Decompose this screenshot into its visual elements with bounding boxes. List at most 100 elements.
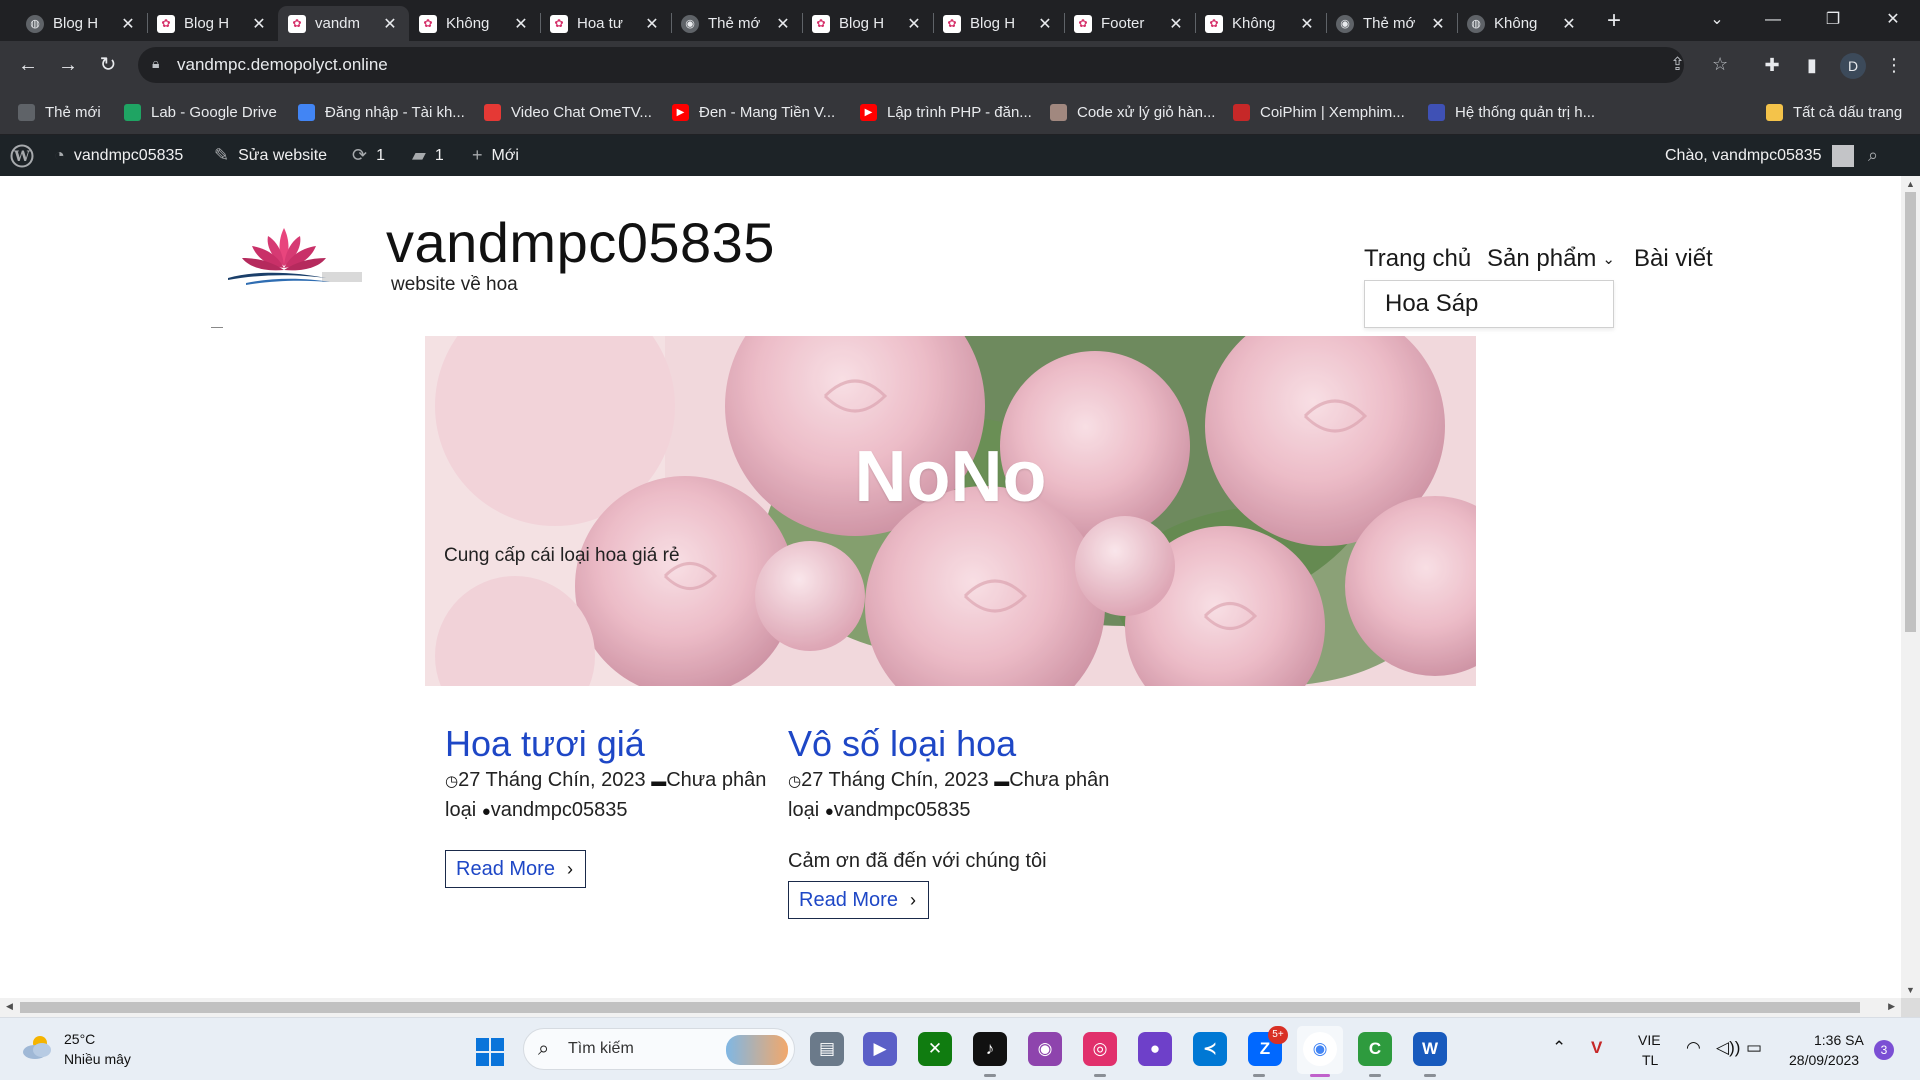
url-text[interactable]: vandmpc.demopolyct.online <box>177 55 388 75</box>
wp-search-icon[interactable]: ⌕ <box>1868 135 1878 176</box>
scrollbar-thumb[interactable] <box>20 1002 1860 1013</box>
browser-tab[interactable]: ◍ Không ✕ <box>1457 6 1588 41</box>
close-tab-icon[interactable]: ✕ <box>1167 14 1185 34</box>
scroll-right-icon[interactable]: ▶ <box>1888 1001 1895 1012</box>
bookmark-item[interactable]: Thẻ mới <box>18 101 101 123</box>
xbox-icon[interactable]: ✕ <box>918 1032 952 1066</box>
browser-tab[interactable]: ◉ Thẻ mớ ✕ <box>671 6 802 41</box>
close-tab-icon[interactable]: ✕ <box>119 14 137 34</box>
taskbar-search[interactable]: ⌕ Tìm kiếm <box>523 1028 795 1070</box>
chrome-menu-icon[interactable]: ⋮ <box>1880 51 1908 79</box>
bookmark-star-icon[interactable]: ☆ <box>1712 54 1728 75</box>
close-tab-icon[interactable]: ✕ <box>1298 14 1316 34</box>
chevron-up-icon[interactable]: ⌃ <box>1552 1038 1566 1058</box>
lock-icon[interactable]: 🔒︎ <box>152 55 159 72</box>
close-tab-icon[interactable]: ✕ <box>1560 14 1578 34</box>
wordpress-logo-icon[interactable]: W <box>10 135 34 176</box>
bookmark-item[interactable]: Hệ thống quản trị h... <box>1428 101 1595 123</box>
share-icon[interactable]: ⇪ <box>1670 54 1685 75</box>
close-tab-icon[interactable]: ✕ <box>774 14 792 34</box>
browser-tab[interactable]: ◉ Thẻ mớ ✕ <box>1326 6 1457 41</box>
input-method[interactable]: TL <box>1642 1052 1658 1068</box>
bookmark-item[interactable]: ▶ Lập trình PHP - đăn... <box>860 101 1032 123</box>
post-date[interactable]: 27 Tháng Chín, 2023 <box>801 769 989 791</box>
windows-start-icon[interactable] <box>476 1038 504 1066</box>
horizontal-scrollbar[interactable]: ◀ ▶ <box>0 998 1901 1017</box>
close-window-icon[interactable]: ✕ <box>1870 4 1916 36</box>
file-explorer-icon[interactable]: ▤ <box>810 1032 844 1066</box>
side-panel-icon[interactable]: ▮ <box>1798 51 1826 79</box>
bookmark-item[interactable]: Code xử lý giỏ hàn... <box>1050 101 1215 123</box>
antivirus-icon[interactable]: V <box>1591 1038 1602 1058</box>
browser-tab[interactable]: ✿ Hoa tư ✕ <box>540 6 671 41</box>
close-tab-icon[interactable]: ✕ <box>905 14 923 34</box>
clock-date[interactable]: 28/09/2023 <box>1789 1052 1859 1068</box>
read-more-button[interactable]: Read More › <box>788 881 929 919</box>
browser-tab[interactable]: ◍ Blog H ✕ <box>16 6 147 41</box>
close-tab-icon[interactable]: ✕ <box>381 14 399 34</box>
vertical-scrollbar[interactable]: ▲ ▼ <box>1901 176 1920 998</box>
post-title[interactable]: Hoa tươi giá <box>445 722 775 766</box>
bookmark-item[interactable]: Đăng nhập - Tài kh... <box>298 101 465 123</box>
wp-updates[interactable]: ⟳ 1 <box>352 135 385 176</box>
weather-temperature[interactable]: 25°C <box>64 1031 95 1047</box>
zalo-icon[interactable]: Z 5+ <box>1248 1026 1288 1066</box>
forward-icon[interactable]: → <box>52 49 84 81</box>
wp-new[interactable]: + Mới <box>472 135 519 176</box>
volume-icon[interactable]: ◁)) <box>1716 1038 1740 1058</box>
site-title[interactable]: vandmpc05835 <box>386 210 775 275</box>
weather-description[interactable]: Nhiều mây <box>64 1051 131 1067</box>
scrollbar-thumb[interactable] <box>1905 192 1916 632</box>
language-code[interactable]: VIE <box>1638 1032 1661 1048</box>
submenu-item-hoa-sap[interactable]: Hoa Sáp <box>1385 290 1478 318</box>
scroll-up-icon[interactable]: ▲ <box>1901 179 1920 189</box>
post-author[interactable]: vandmpc05835 <box>491 799 628 821</box>
notification-count[interactable]: 3 <box>1874 1040 1894 1060</box>
close-tab-icon[interactable]: ✕ <box>250 14 268 34</box>
wp-edit-site[interactable]: ✎ Sửa website <box>214 135 327 176</box>
meet-icon[interactable]: ▶ <box>863 1032 897 1066</box>
scroll-left-icon[interactable]: ◀ <box>6 1001 13 1012</box>
chrome-icon[interactable]: ◉ <box>1303 1032 1337 1066</box>
site-logo[interactable] <box>226 222 362 288</box>
vscode-icon[interactable]: ≺ <box>1193 1032 1227 1066</box>
minimize-icon[interactable]: — <box>1750 4 1796 36</box>
close-tab-icon[interactable]: ✕ <box>512 14 530 34</box>
scroll-down-icon[interactable]: ▼ <box>1901 985 1920 995</box>
post-author[interactable]: vandmpc05835 <box>834 799 971 821</box>
browser-tab[interactable]: ✿ Không ✕ <box>409 6 540 41</box>
ccleaner-icon[interactable]: C <box>1358 1032 1392 1066</box>
new-tab-button[interactable]: + <box>1599 7 1629 37</box>
podcasts-icon[interactable]: ◉ <box>1028 1032 1062 1066</box>
browser-tab[interactable]: ✿ Blog H ✕ <box>147 6 278 41</box>
browser-tab[interactable]: ✿ Blog H ✕ <box>802 6 933 41</box>
bookmark-item[interactable]: CoiPhim | Xemphim... <box>1233 101 1405 123</box>
browser-tab[interactable]: ✿ vandm ✕ <box>278 6 409 41</box>
bookmark-item[interactable]: ▶ Đen - Mang Tiền V... <box>672 101 835 123</box>
extensions-icon[interactable]: ✚ <box>1758 51 1786 79</box>
post-date[interactable]: 27 Tháng Chín, 2023 <box>458 769 646 791</box>
close-tab-icon[interactable]: ✕ <box>643 14 661 34</box>
address-bar[interactable]: 🔒︎ vandmpc.demopolyct.online ⇪ ☆ <box>138 47 1728 83</box>
wp-site-menu[interactable]: ◔ vandmpc05835 <box>54 135 183 176</box>
wifi-icon[interactable]: ◠ <box>1686 1038 1701 1058</box>
cloudy-weather-icon[interactable] <box>20 1032 54 1062</box>
github-icon[interactable]: ● <box>1138 1032 1172 1066</box>
close-tab-icon[interactable]: ✕ <box>1429 14 1447 34</box>
post-title[interactable]: Vô số loại hoa <box>788 722 1118 766</box>
restore-icon[interactable]: ❐ <box>1810 4 1856 36</box>
reload-icon[interactable]: ↻ <box>92 49 124 81</box>
browser-tab[interactable]: ✿ Blog H ✕ <box>933 6 1064 41</box>
nav-home[interactable]: Trang chủ <box>1364 242 1471 276</box>
instagram-icon[interactable]: ◎ <box>1083 1032 1117 1066</box>
tiktok-icon[interactable]: ♪ <box>973 1032 1007 1066</box>
all-bookmarks-button[interactable]: Tất cả dấu trang <box>1766 101 1902 123</box>
wp-account-menu[interactable]: Chào, vandmpc05835 <box>1665 135 1854 176</box>
nav-products[interactable]: Sản phẩm ⌄ <box>1487 242 1615 276</box>
word-icon[interactable]: W <box>1413 1032 1447 1066</box>
read-more-button[interactable]: Read More › <box>445 850 586 888</box>
profile-avatar[interactable]: D <box>1840 53 1866 79</box>
clock-time[interactable]: 1:36 SA <box>1814 1032 1864 1048</box>
battery-icon[interactable]: ▭ <box>1746 1038 1762 1058</box>
close-tab-icon[interactable]: ✕ <box>1036 14 1054 34</box>
